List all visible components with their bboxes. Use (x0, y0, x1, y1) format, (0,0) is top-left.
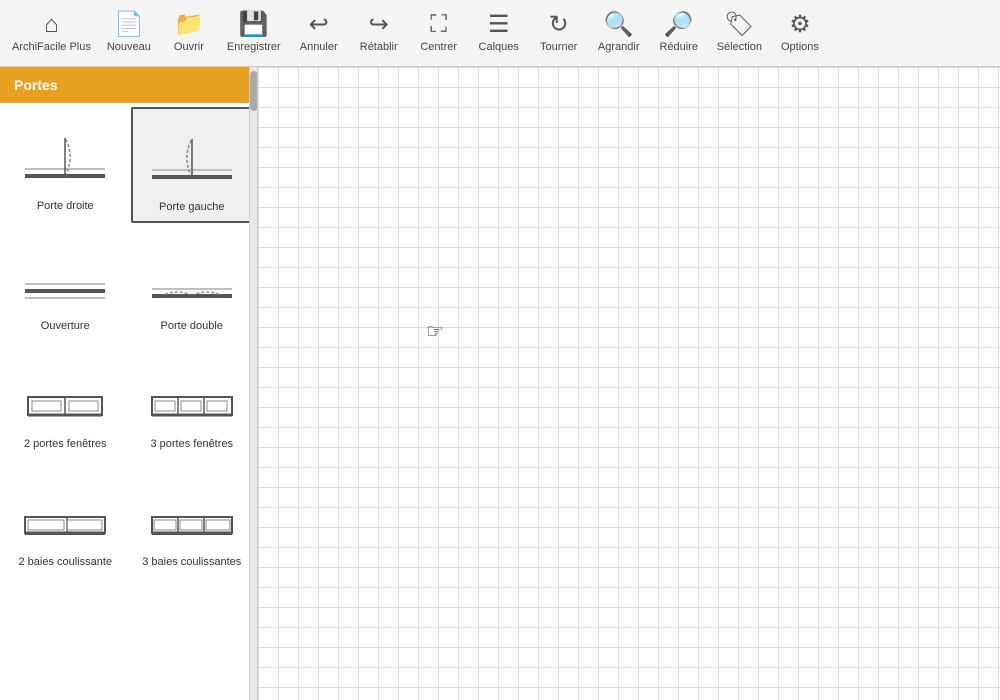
enregistrer-icon: 💾 (239, 13, 269, 37)
selection-icon: 🏷 (724, 13, 754, 37)
door-icon-3pf (147, 359, 237, 429)
nouveau-icon: 📄 (114, 13, 144, 37)
toolbar-label-home: ArchiFacile Plus (12, 41, 91, 53)
door-preview-ouverture (15, 236, 115, 316)
toolbar-item-enregistrer[interactable]: 💾 Enregistrer (219, 0, 289, 67)
toolbar-label-reduire: Réduire (659, 41, 698, 53)
sidebar-content: Porte droite Porte gauche (0, 103, 257, 700)
toolbar-label-retablir: Rétablir (360, 41, 398, 53)
door-icon-3bc (147, 477, 237, 547)
door-icon-porte-gauche (147, 122, 237, 192)
door-preview-3pf (142, 354, 242, 434)
retablir-icon: ↪ (369, 13, 389, 37)
toolbar-label-tourner: Tourner (540, 41, 577, 53)
toolbar-label-enregistrer: Enregistrer (227, 41, 281, 53)
door-item-porte-gauche[interactable]: Porte gauche (131, 107, 254, 223)
agrandir-icon: 🔍 (604, 13, 634, 37)
toolbar-item-nouveau[interactable]: 📄 Nouveau (99, 0, 159, 67)
door-preview-2bc (15, 472, 115, 552)
tourner-icon: ↻ (549, 13, 569, 37)
toolbar-item-selection[interactable]: 🏷 Sélection (709, 0, 770, 67)
annuler-icon: ↩ (309, 13, 329, 37)
door-item-3pf[interactable]: 3 portes fenêtres (131, 345, 254, 459)
sidebar: Portes Porte droite (0, 67, 258, 700)
door-label-3bc: 3 baies coulissantes (142, 556, 241, 568)
toolbar-label-agrandir: Agrandir (598, 41, 640, 53)
sidebar-title: Portes (0, 67, 257, 103)
toolbar-label-selection: Sélection (717, 41, 762, 53)
door-preview-porte-double (142, 236, 242, 316)
toolbar: ⌂ ArchiFacile Plus 📄 Nouveau 📁 Ouvrir 💾 … (0, 0, 1000, 67)
door-item-ouverture[interactable]: Ouverture (4, 227, 127, 341)
home-icon: ⌂ (44, 13, 59, 37)
ouvrir-icon: 📁 (174, 13, 204, 37)
door-item-2pf[interactable]: 2 portes fenêtres (4, 345, 127, 459)
door-preview-porte-gauche (142, 117, 242, 197)
door-label-porte-droite: Porte droite (37, 200, 94, 212)
scrollbar-thumb[interactable] (250, 71, 258, 111)
toolbar-label-ouvrir: Ouvrir (174, 41, 204, 53)
door-icon-ouverture (20, 241, 110, 311)
toolbar-label-centrer: Centrer (420, 41, 457, 53)
door-item-porte-double[interactable]: Porte double (131, 227, 254, 341)
door-preview-porte-droite (15, 116, 115, 196)
reduire-icon: 🔎 (664, 13, 694, 37)
options-icon: ⚙ (789, 13, 811, 37)
toolbar-item-ouvrir[interactable]: 📁 Ouvrir (159, 0, 219, 67)
toolbar-label-nouveau: Nouveau (107, 41, 151, 53)
toolbar-label-calques: Calques (479, 41, 519, 53)
door-label-2bc: 2 baies coulissante (18, 556, 112, 568)
toolbar-item-options[interactable]: ⚙ Options (770, 0, 830, 67)
door-label-2pf: 2 portes fenêtres (24, 438, 107, 450)
calques-icon: ☰ (488, 13, 510, 37)
door-item-porte-droite[interactable]: Porte droite (4, 107, 127, 223)
toolbar-item-reduire[interactable]: 🔎 Réduire (649, 0, 709, 67)
toolbar-item-tourner[interactable]: ↻ Tourner (529, 0, 589, 67)
door-preview-3bc (142, 472, 242, 552)
door-label-porte-gauche: Porte gauche (159, 201, 224, 213)
sidebar-scrollbar[interactable] (249, 67, 257, 700)
door-item-3bc[interactable]: 3 baies coulissantes (131, 463, 254, 577)
centrer-icon: ⛶ (430, 13, 447, 37)
door-label-3pf: 3 portes fenêtres (150, 438, 233, 450)
grid-canvas (258, 67, 1000, 700)
toolbar-item-agrandir[interactable]: 🔍 Agrandir (589, 0, 649, 67)
door-icon-2pf (20, 359, 110, 429)
toolbar-item-centrer[interactable]: ⛶ Centrer (409, 0, 469, 67)
door-icon-porte-droite (20, 121, 110, 191)
toolbar-item-calques[interactable]: ☰ Calques (469, 0, 529, 67)
main-layout: Portes Porte droite (0, 67, 1000, 700)
toolbar-item-annuler[interactable]: ↩ Annuler (289, 0, 349, 67)
door-label-porte-double: Porte double (161, 320, 223, 332)
door-label-ouverture: Ouverture (41, 320, 90, 332)
toolbar-item-home[interactable]: ⌂ ArchiFacile Plus (4, 0, 99, 67)
door-preview-2pf (15, 354, 115, 434)
canvas-area[interactable]: ☞ (258, 67, 1000, 700)
toolbar-item-retablir[interactable]: ↪ Rétablir (349, 0, 409, 67)
door-icon-2bc (20, 477, 110, 547)
toolbar-label-annuler: Annuler (300, 41, 338, 53)
door-item-2bc[interactable]: 2 baies coulissante (4, 463, 127, 577)
door-icon-porte-double (147, 241, 237, 311)
toolbar-label-options: Options (781, 41, 819, 53)
